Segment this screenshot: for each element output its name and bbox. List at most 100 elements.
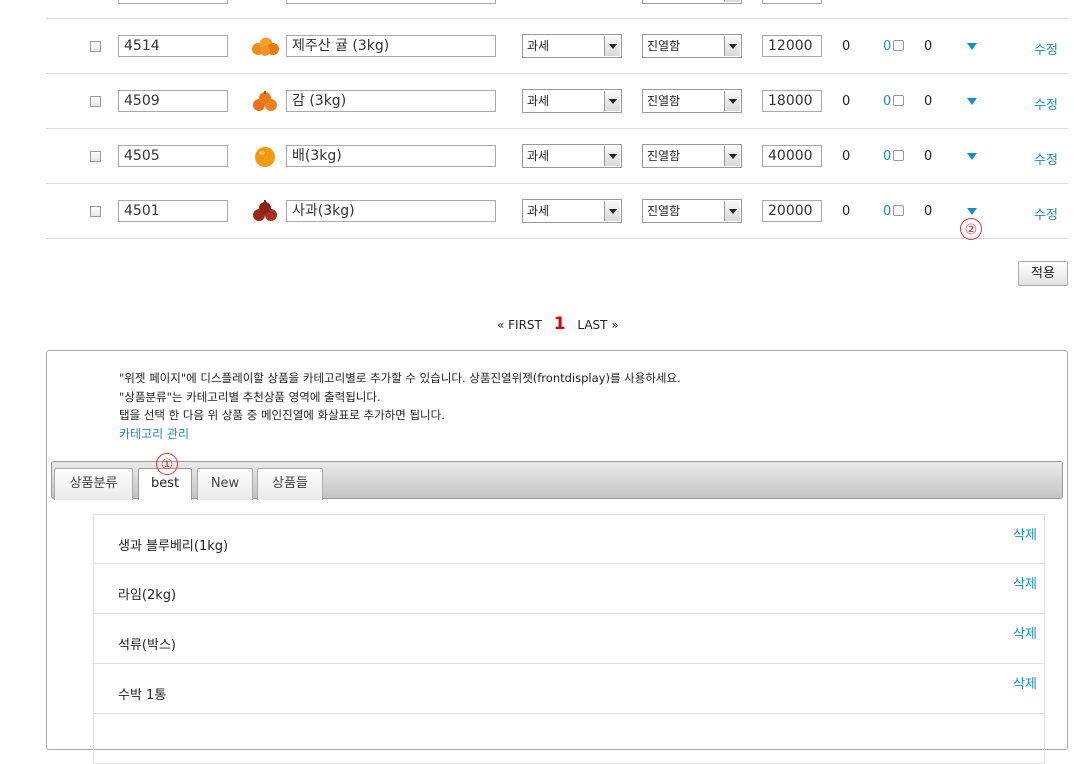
display-select[interactable]: 진열함 bbox=[642, 199, 742, 223]
dropdown-arrow-icon[interactable] bbox=[724, 36, 740, 56]
share-count-value: 0 bbox=[883, 94, 892, 109]
product-name-input[interactable]: 제주산 귤 (3kg) bbox=[286, 35, 496, 57]
edit-link[interactable]: 수정 bbox=[1034, 149, 1058, 168]
share-count[interactable]: 0 bbox=[883, 149, 905, 164]
annotation-marker-1: ① bbox=[156, 453, 178, 475]
help-line: "위젯 페이지"에 디스플레이할 상품을 카테고리별로 추가할 수 있습니다. … bbox=[119, 371, 681, 385]
edit-link[interactable]: 수정 bbox=[1034, 204, 1058, 223]
list-item: 생과 블루베리(1kg) 삭제 bbox=[93, 514, 1045, 564]
fruit-thumbnail-icon bbox=[250, 145, 280, 167]
tab-products[interactable]: 상품들 bbox=[257, 468, 323, 500]
product-table: 4514 제주산 귤 (3kg) 과세 진열함 12000 0 0 0 수정 4… bbox=[46, 0, 1068, 240]
product-code-input[interactable]: 4509 bbox=[118, 90, 228, 112]
help-line: "상품분류"는 카테고리별 추천상품 영역에 출력됩니다. bbox=[119, 389, 381, 404]
last-page-link[interactable]: LAST » bbox=[577, 318, 618, 332]
list-item bbox=[93, 714, 1045, 764]
move-down-triangle-icon[interactable] bbox=[967, 153, 977, 160]
move-down-triangle-icon[interactable] bbox=[967, 43, 977, 50]
edit-link[interactable]: 수정 bbox=[1034, 39, 1058, 58]
count-value: 0 bbox=[924, 149, 933, 164]
display-select[interactable]: 진열함 bbox=[642, 89, 742, 113]
price-input[interactable]: 18000 bbox=[762, 90, 822, 112]
pagination: « FIRST 1 LAST » bbox=[497, 314, 619, 334]
list-item-name: 수박 1통 bbox=[118, 688, 167, 703]
list-item: 수박 1통 삭제 bbox=[93, 664, 1045, 714]
display-select-value: 진열함 bbox=[647, 94, 681, 108]
product-name-input[interactable]: 사과(3kg) bbox=[286, 200, 496, 222]
share-icon[interactable] bbox=[893, 40, 905, 51]
price-input[interactable]: 20000 bbox=[762, 200, 822, 222]
product-code-input[interactable]: 4501 bbox=[118, 200, 228, 222]
help-line: 탭을 선택 한 다음 위 상품 중 메인진열에 화살표로 추가하면 됩니다. bbox=[119, 408, 445, 422]
tax-select[interactable]: 과세 bbox=[522, 34, 622, 58]
product-name-input[interactable]: 배(3kg) bbox=[286, 145, 496, 167]
table-row: 4514 제주산 귤 (3kg) 과세 진열함 12000 0 0 0 수정 bbox=[46, 19, 1068, 74]
annotation-marker-2: ② bbox=[960, 218, 982, 240]
current-page: 1 bbox=[553, 314, 566, 334]
tax-select[interactable]: 과세 bbox=[522, 144, 622, 168]
first-page-link[interactable]: « FIRST bbox=[497, 318, 542, 332]
delete-link[interactable]: 삭제 bbox=[1013, 573, 1037, 592]
tab-new[interactable]: New bbox=[197, 468, 253, 500]
category-tabs: 상품분류 best New 상품들 bbox=[51, 461, 1063, 500]
tax-select-value: 과세 bbox=[527, 94, 550, 108]
dropdown-arrow-icon[interactable] bbox=[604, 201, 620, 221]
edit-link[interactable]: 수정 bbox=[1034, 94, 1058, 113]
move-down-triangle-icon[interactable] bbox=[967, 98, 977, 105]
fruit-thumbnail-icon bbox=[250, 90, 280, 112]
tab-product-category[interactable]: 상품분류 bbox=[54, 468, 133, 500]
share-icon[interactable] bbox=[893, 95, 905, 106]
tax-select[interactable]: 과세 bbox=[522, 199, 622, 223]
move-down-triangle-icon[interactable] bbox=[967, 208, 977, 215]
delete-link[interactable]: 삭제 bbox=[1013, 623, 1037, 642]
price-input[interactable]: 40000 bbox=[762, 145, 822, 167]
dropdown-arrow-icon[interactable] bbox=[724, 201, 740, 221]
share-count[interactable]: 0 bbox=[883, 94, 905, 109]
display-select-value: 진열함 bbox=[647, 204, 681, 218]
display-select[interactable]: 진열함 bbox=[642, 34, 742, 58]
dropdown-arrow-icon[interactable] bbox=[604, 36, 620, 56]
count-value: 0 bbox=[842, 204, 851, 219]
category-manage-link[interactable]: 카테고리 관리 bbox=[119, 425, 681, 444]
price-input[interactable]: 12000 bbox=[762, 35, 822, 57]
product-name-input[interactable]: 감 (3kg) bbox=[286, 90, 496, 112]
row-checkbox[interactable] bbox=[90, 206, 101, 217]
table-row: 4501 사과(3kg) 과세 진열함 20000 0 0 0 수정 ② bbox=[46, 184, 1068, 240]
category-product-list: 생과 블루베리(1kg) 삭제 라임(2kg) 삭제 석류(박스) 삭제 수박 … bbox=[93, 514, 1045, 764]
list-item: 석류(박스) 삭제 bbox=[93, 614, 1045, 664]
delete-link[interactable]: 삭제 bbox=[1013, 524, 1037, 543]
row-checkbox[interactable] bbox=[90, 96, 101, 107]
share-count[interactable]: 0 bbox=[883, 39, 905, 54]
display-select[interactable] bbox=[642, 0, 742, 4]
dropdown-arrow-icon[interactable] bbox=[604, 146, 620, 166]
tax-select-value: 과세 bbox=[527, 204, 550, 218]
count-value: 0 bbox=[842, 94, 851, 109]
table-row: 4505 배(3kg) 과세 진열함 40000 0 0 0 수정 bbox=[46, 129, 1068, 184]
product-code-input[interactable]: 4505 bbox=[118, 145, 228, 167]
dropdown-arrow-icon[interactable] bbox=[724, 0, 740, 2]
count-value: 0 bbox=[924, 204, 933, 219]
dropdown-arrow-icon[interactable] bbox=[604, 91, 620, 111]
row-checkbox[interactable] bbox=[90, 151, 101, 162]
product-code-input[interactable]: 4514 bbox=[118, 35, 228, 57]
dropdown-arrow-icon[interactable] bbox=[724, 91, 740, 111]
display-select-value: 진열함 bbox=[647, 149, 681, 163]
count-value: 0 bbox=[924, 39, 933, 54]
share-count-value: 0 bbox=[883, 149, 892, 164]
tax-select[interactable]: 과세 bbox=[522, 89, 622, 113]
row-checkbox[interactable] bbox=[90, 41, 101, 52]
help-text: "위젯 페이지"에 디스플레이할 상품을 카테고리별로 추가할 수 있습니다. … bbox=[119, 369, 681, 443]
delete-link[interactable]: 삭제 bbox=[1013, 673, 1037, 692]
share-icon[interactable] bbox=[893, 205, 905, 216]
share-icon[interactable] bbox=[893, 150, 905, 161]
share-count[interactable]: 0 bbox=[883, 204, 905, 219]
price-input[interactable] bbox=[762, 0, 822, 4]
apply-button[interactable]: 적용 bbox=[1018, 261, 1068, 286]
table-row: 4509 감 (3kg) 과세 진열함 18000 0 0 0 수정 bbox=[46, 74, 1068, 129]
share-count-value: 0 bbox=[883, 204, 892, 219]
product-name-input[interactable] bbox=[286, 0, 496, 4]
display-select[interactable]: 진열함 bbox=[642, 144, 742, 168]
list-item-name: 라임(2kg) bbox=[118, 588, 177, 603]
product-code-input[interactable] bbox=[118, 0, 228, 4]
dropdown-arrow-icon[interactable] bbox=[724, 146, 740, 166]
